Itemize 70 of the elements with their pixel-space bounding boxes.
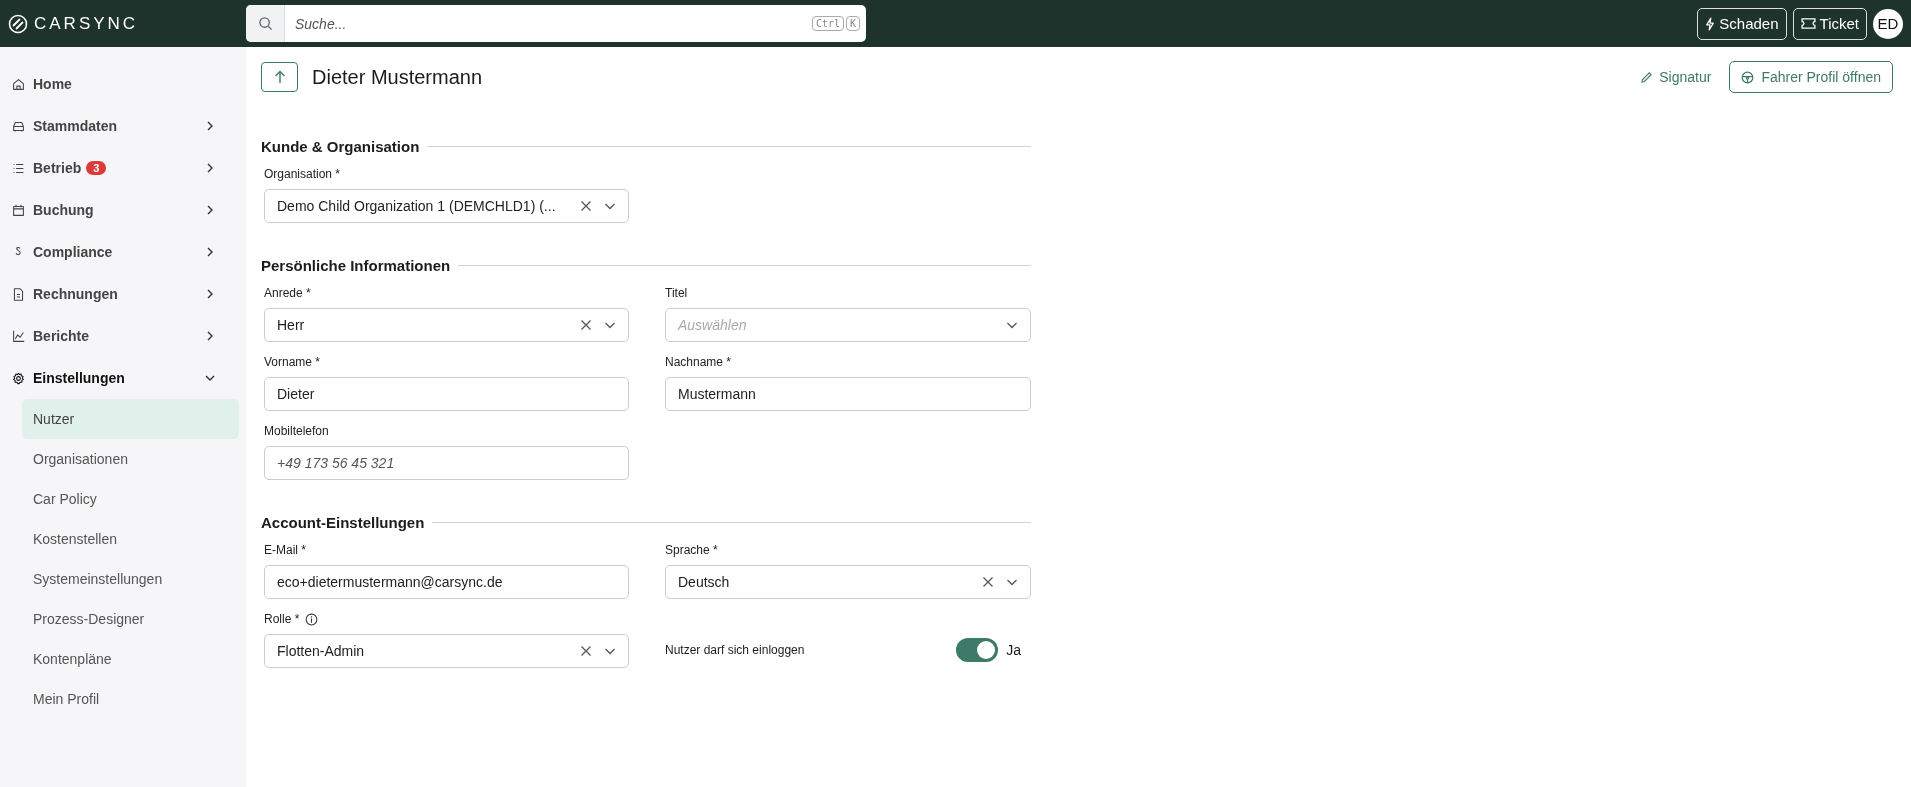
logo-icon — [8, 13, 28, 34]
select-field[interactable]: Herr — [264, 308, 629, 342]
back-button[interactable] — [261, 62, 298, 92]
field-label: Nutzer darf sich einloggen — [665, 643, 806, 657]
car-icon — [12, 119, 25, 133]
keyboard-key: Ctrl — [811, 16, 844, 31]
sidebar-subitem[interactable]: Nutzer — [22, 399, 239, 439]
top-bar-button[interactable]: Schaden — [1697, 7, 1787, 40]
field-label: E-Mail * — [264, 543, 306, 557]
driver-profile-button[interactable]: Fahrer Profil öffnen — [1729, 61, 1893, 93]
toggle-state-label: Ja — [1006, 642, 1021, 658]
sidebar-item[interactable]: Berichte — [0, 315, 246, 357]
chart-icon — [12, 329, 25, 343]
sidebar-item[interactable]: Buchung — [0, 189, 246, 231]
calendar-icon — [12, 203, 25, 217]
home-icon — [12, 77, 25, 91]
sidebar-item[interactable]: Einstellungen — [0, 357, 246, 399]
sidebar-item[interactable]: Betrieb 3 — [0, 147, 246, 189]
sidebar-subitem[interactable]: Systemeinstellungen — [22, 559, 239, 599]
field-label: Organisation * — [264, 167, 341, 181]
sidebar-subitem[interactable]: Prozess-Designer — [22, 599, 239, 639]
sidebar-item[interactable]: Home — [0, 63, 246, 105]
field-label: Anrede * — [264, 286, 311, 300]
select-field[interactable]: Demo Child Organization 1 (DEMCHLD1) (... — [264, 189, 629, 223]
sidebar-subitem[interactable]: Mein Profil — [22, 679, 239, 719]
section-title: Persönliche Informationen — [261, 257, 451, 274]
input-field[interactable]: eco+dietermustermann@carsync.de — [264, 565, 629, 599]
user-avatar[interactable]: ED — [1873, 8, 1903, 39]
field-label: Sprache * — [665, 543, 718, 557]
pencil-icon — [1640, 70, 1654, 84]
clear-icon[interactable] — [580, 200, 592, 212]
top-bar-button[interactable]: Ticket — [1792, 7, 1867, 40]
input-field[interactable]: Dieter — [264, 377, 629, 411]
document-icon — [12, 287, 25, 301]
sidebar-item[interactable]: Compliance — [0, 231, 246, 273]
input-field[interactable]: +49 173 56 45 321 — [264, 446, 629, 480]
field-label: Nachname * — [665, 355, 732, 369]
select-field[interactable]: Deutsch — [665, 565, 1031, 599]
input-field[interactable]: Mustermann — [665, 377, 1031, 411]
clear-icon[interactable] — [982, 576, 994, 588]
arrow-up-icon — [272, 70, 287, 84]
steering-wheel-icon — [1741, 70, 1755, 84]
field-label: Titel — [665, 286, 688, 300]
clear-icon[interactable] — [580, 319, 592, 331]
field-label: Mobiltelefon — [264, 424, 329, 438]
section-title: Kunde & Organisation — [261, 138, 420, 155]
sidebar-subitem[interactable]: Car Policy — [22, 479, 239, 519]
select-field[interactable]: Flotten-Admin — [264, 634, 629, 668]
section-title: Account-Einstellungen — [261, 514, 425, 531]
search-input[interactable]: Suche... — [285, 15, 812, 32]
ticket-icon — [1800, 18, 1816, 29]
login-toggle[interactable] — [956, 638, 999, 662]
settings-icon — [12, 371, 25, 385]
keyboard-key: K — [845, 16, 860, 31]
field-label: Rolle * — [264, 612, 300, 626]
sidebar-subitem[interactable]: Organisationen — [22, 439, 239, 479]
search-field[interactable]: Suche... Ctrl K — [246, 5, 866, 42]
clear-icon[interactable] — [580, 645, 592, 657]
sidebar-subitem[interactable]: Kontenpläne — [22, 639, 239, 679]
logo-text: CARSYNC — [34, 13, 139, 34]
count-badge: 3 — [86, 161, 107, 175]
info-icon — [305, 612, 319, 626]
signature-link[interactable]: Signatur — [1640, 69, 1712, 85]
page-title: Dieter Mustermann — [312, 65, 483, 89]
sidebar-subitem[interactable]: Kostenstellen — [22, 519, 239, 559]
sidebar-item[interactable]: Rechnungen — [0, 273, 246, 315]
search-icon — [257, 16, 273, 31]
sidebar-item[interactable]: Stammdaten — [0, 105, 246, 147]
field-label: Vorname * — [264, 355, 321, 369]
lightning-icon — [1705, 16, 1716, 31]
